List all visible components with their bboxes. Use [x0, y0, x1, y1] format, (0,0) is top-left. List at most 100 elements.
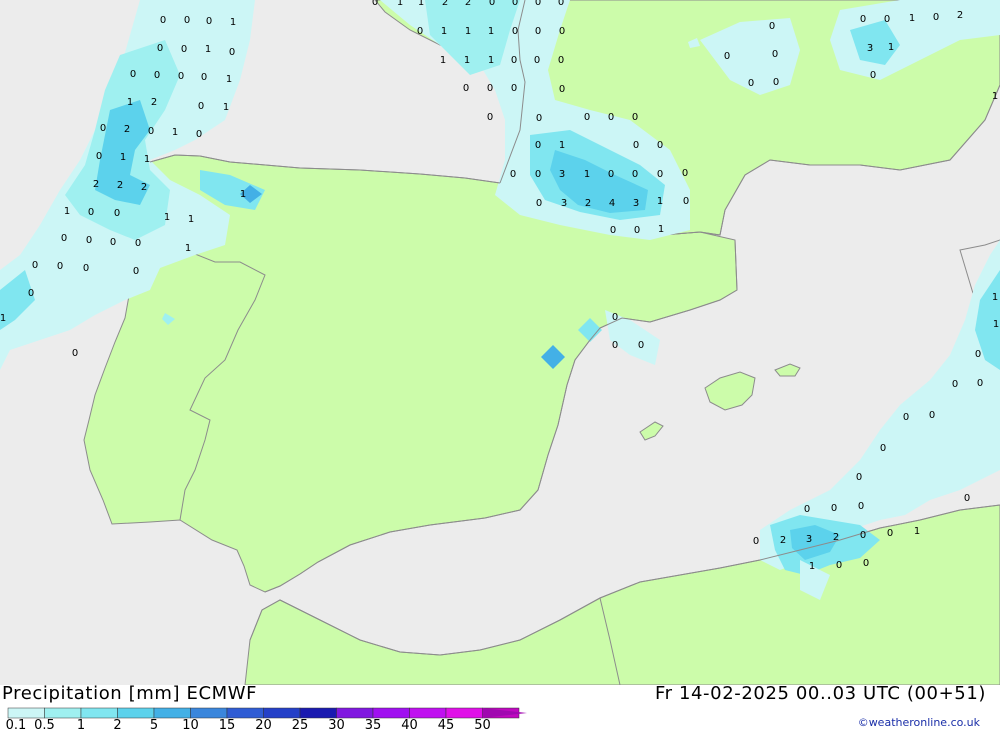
precip-value-label: 0: [772, 49, 778, 60]
precip-value-label: 1: [120, 152, 126, 163]
precip-value-label: 0: [511, 55, 517, 66]
precip-value-label: 0: [463, 83, 469, 94]
precip-value-label: 0: [535, 26, 541, 37]
precip-value-label: 0: [612, 340, 618, 351]
credit-link[interactable]: ©weatheronline.co.uk: [858, 716, 980, 729]
precip-value-label: 1: [888, 42, 894, 53]
precip-value-label: 0: [178, 71, 184, 82]
precip-value-label: 4: [609, 198, 615, 209]
precip-value-label: 0: [487, 83, 493, 94]
precip-value-label: 0: [184, 15, 190, 26]
precip-value-label: 1: [584, 169, 590, 180]
precip-value-label: 2: [93, 179, 99, 190]
precip-value-label: 0: [511, 83, 517, 94]
legend-swatch: [7, 707, 45, 719]
precip-value-label: 0: [748, 78, 754, 89]
precip-value-label: 0: [964, 493, 970, 504]
map-title: Precipitation [mm] ECMWF: [2, 683, 258, 704]
precip-value-label: 0: [870, 70, 876, 81]
precip-value-label: 0: [952, 379, 958, 390]
precip-value-label: 0: [100, 123, 106, 134]
precip-value-label: 2: [833, 532, 839, 543]
legend-tick-label: 40: [401, 718, 418, 733]
precip-value-label: 1: [441, 26, 447, 37]
precip-value-label: 0: [487, 112, 493, 123]
precip-value-label: 2: [442, 0, 448, 8]
precip-value-label: 0: [903, 412, 909, 423]
precip-value-label: 0: [634, 225, 640, 236]
precip-value-label: 0: [638, 340, 644, 351]
legend-swatch: [117, 707, 155, 719]
precip-value-label: 1: [240, 189, 246, 200]
precip-value-label: 1: [909, 13, 915, 24]
precip-value-label: 0: [536, 113, 542, 124]
precip-value-label: 0: [858, 501, 864, 512]
legend-tick-labels: 0.1 0.5 1 2 5 10 15 20 25 30 35 40 45 50: [0, 718, 520, 734]
precip-value-label: 0: [535, 169, 541, 180]
precip-value-label: 0: [558, 0, 564, 8]
precip-value-label: 2: [957, 10, 963, 21]
precip-value-label: 2: [124, 124, 130, 135]
precip-value-label: 0: [83, 263, 89, 274]
precip-value-label: 1: [172, 127, 178, 138]
legend-swatch: [80, 707, 118, 719]
legend-tick-label: 20: [255, 718, 272, 733]
precip-value-label: 1: [144, 154, 150, 165]
legend-tick-label: 0.1: [5, 718, 27, 733]
legend-swatches: [7, 707, 527, 719]
legend-tick-label: 50: [474, 718, 491, 733]
precip-value-label: 0: [133, 266, 139, 277]
precip-value-label: 0: [61, 233, 67, 244]
precip-value-label: 0: [558, 55, 564, 66]
precip-value-label: 0: [160, 15, 166, 26]
precip-value-label: 0: [32, 260, 38, 271]
precip-value-label: 0: [682, 168, 688, 179]
precip-value-label: 1: [230, 17, 236, 28]
precip-value-label: 1: [397, 0, 403, 8]
precip-value-label: 0: [683, 196, 689, 207]
precip-value-label: 0: [610, 225, 616, 236]
precip-value-label: 0: [559, 84, 565, 95]
precip-value-label: 0: [181, 44, 187, 55]
precip-value-label: 0: [753, 536, 759, 547]
precip-value-label: 0: [198, 101, 204, 112]
legend-swatch: [190, 707, 228, 719]
precip-value-label: 1: [164, 212, 170, 223]
precip-value-label: 0: [933, 12, 939, 23]
legend-swatch: [372, 707, 410, 719]
precip-value-label: 1: [992, 292, 998, 303]
precip-value-label: 2: [585, 198, 591, 209]
legend-tick-label: 30: [328, 718, 345, 733]
valid-time: Fr 14-02-2025 00..03 UTC (00+51): [654, 683, 986, 704]
legend-swatch: [409, 707, 447, 719]
precip-value-label: 1: [188, 214, 194, 225]
info-bar: Precipitation [mm] ECMWF Fr 14-02-2025 0…: [0, 683, 1000, 734]
legend-tick-label: 5: [149, 718, 159, 733]
precip-value-label: 0: [887, 528, 893, 539]
precip-value-label: 0: [584, 112, 590, 123]
precip-value-label: 1: [0, 313, 6, 324]
precip-value-label: 1: [914, 526, 920, 537]
precip-value-label: 0: [831, 503, 837, 514]
precip-value-label: 0: [512, 26, 518, 37]
precip-value-label: 0: [608, 112, 614, 123]
legend-tick-label: 10: [182, 718, 199, 733]
precip-value-label: 0: [608, 169, 614, 180]
precip-value-label: 1: [658, 224, 664, 235]
precip-value-label: 0: [135, 238, 141, 249]
precip-value-label: 0: [975, 349, 981, 360]
precip-value-label: 1: [993, 319, 999, 330]
precip-value-label: 0: [88, 207, 94, 218]
legend-tick-label: 35: [364, 718, 382, 733]
precip-value-label: 3: [633, 198, 639, 209]
legend-tick-label: 25: [291, 718, 309, 733]
precip-value-label: 1: [223, 102, 229, 113]
legend-swatch: [44, 707, 82, 719]
precip-value-label: 0: [534, 55, 540, 66]
precip-value-label: 3: [561, 198, 567, 209]
legend-swatch: [299, 707, 337, 719]
precip-value-label: 0: [884, 14, 890, 25]
precip-value-label: 0: [154, 70, 160, 81]
precip-value-label: 1: [559, 140, 565, 151]
precip-value-label: 0: [512, 0, 518, 8]
